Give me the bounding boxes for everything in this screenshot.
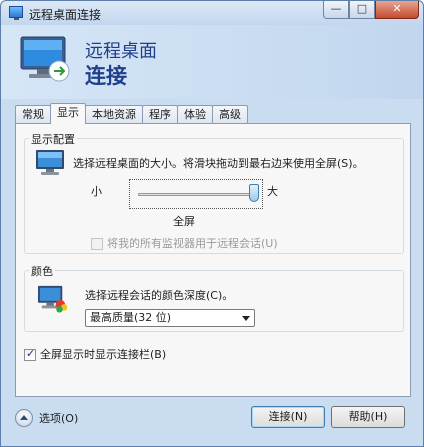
dialog-footer: 选项(O) 连接(N) 帮助(H) [1, 399, 423, 447]
tab-panel-display: 显示配置 选择远程桌面的大小。将滑块拖动到最右边来使用全屏(S)。 小 大 全屏… [15, 123, 411, 397]
color-depth-description: 选择远程会话的颜色深度(C)。 [85, 289, 234, 302]
options-toggle-label[interactable]: 选项(O) [39, 410, 78, 426]
window-title: 远程桌面连接 [29, 8, 102, 22]
colors-group-label: 颜色 [29, 263, 55, 279]
header-title-line2: 连接 [85, 64, 127, 88]
show-connection-bar-option[interactable]: 全屏显示时显示连接栏(B) [24, 346, 166, 362]
slider-thumb[interactable] [249, 184, 259, 202]
tab-advanced[interactable]: 高级 [212, 105, 248, 124]
display-size-description: 选择远程桌面的大小。将滑块拖动到最右边来使用全屏(S)。 [73, 157, 364, 170]
remote-desktop-window: 远程桌面连接 — □ ✕ 远程桌面 连接 常规 显示 本地资源 程序 体验 高级… [0, 0, 424, 447]
tab-experience[interactable]: 体验 [177, 105, 213, 124]
display-config-group: 显示配置 选择远程桌面的大小。将滑块拖动到最右边来使用全屏(S)。 小 大 全屏… [24, 131, 404, 254]
colors-group: 颜色 选择远程会话的颜色深度(C)。 最高质量(32 位) [24, 263, 404, 332]
header-banner: 远程桌面 连接 [1, 25, 423, 99]
chevron-down-icon [242, 316, 250, 321]
maximize-button[interactable]: □ [349, 1, 375, 19]
title-bar[interactable]: 远程桌面连接 — □ ✕ [1, 1, 423, 25]
slider-value-label: 全屏 [173, 215, 195, 228]
help-button[interactable]: 帮助(H) [331, 406, 405, 428]
show-connection-bar-checkbox[interactable] [24, 347, 36, 361]
minimize-button[interactable]: — [323, 1, 349, 19]
chevron-up-icon[interactable] [15, 409, 33, 427]
use-all-monitors-checkbox[interactable] [91, 238, 103, 250]
color-depth-select[interactable]: 最高质量(32 位) [85, 309, 255, 327]
remote-desktop-monitor-icon [20, 36, 70, 82]
monitor-icon [36, 150, 64, 175]
color-monitor-icon [38, 285, 67, 313]
tab-general[interactable]: 常规 [15, 105, 51, 124]
display-size-slider[interactable] [129, 179, 263, 209]
slider-max-label: 大 [267, 185, 278, 198]
close-button[interactable]: ✕ [375, 1, 419, 19]
slider-min-label: 小 [91, 185, 102, 198]
tab-programs[interactable]: 程序 [142, 105, 178, 124]
remote-desktop-icon [9, 6, 23, 20]
tab-display[interactable]: 显示 [50, 103, 86, 124]
display-config-label: 显示配置 [29, 131, 77, 147]
show-connection-bar-label: 全屏显示时显示连接栏(B) [40, 348, 167, 361]
color-depth-selected-value: 最高质量(32 位) [90, 311, 172, 324]
use-all-monitors-option[interactable]: 将我的所有监视器用于远程会话(U) [91, 235, 278, 251]
tab-strip: 常规 显示 本地资源 程序 体验 高级 [15, 103, 248, 124]
use-all-monitors-label: 将我的所有监视器用于远程会话(U) [107, 237, 278, 250]
slider-track [138, 193, 254, 196]
connect-button[interactable]: 连接(N) [251, 406, 325, 428]
tab-local-resources[interactable]: 本地资源 [85, 105, 143, 124]
caption-buttons: — □ ✕ [323, 1, 419, 19]
